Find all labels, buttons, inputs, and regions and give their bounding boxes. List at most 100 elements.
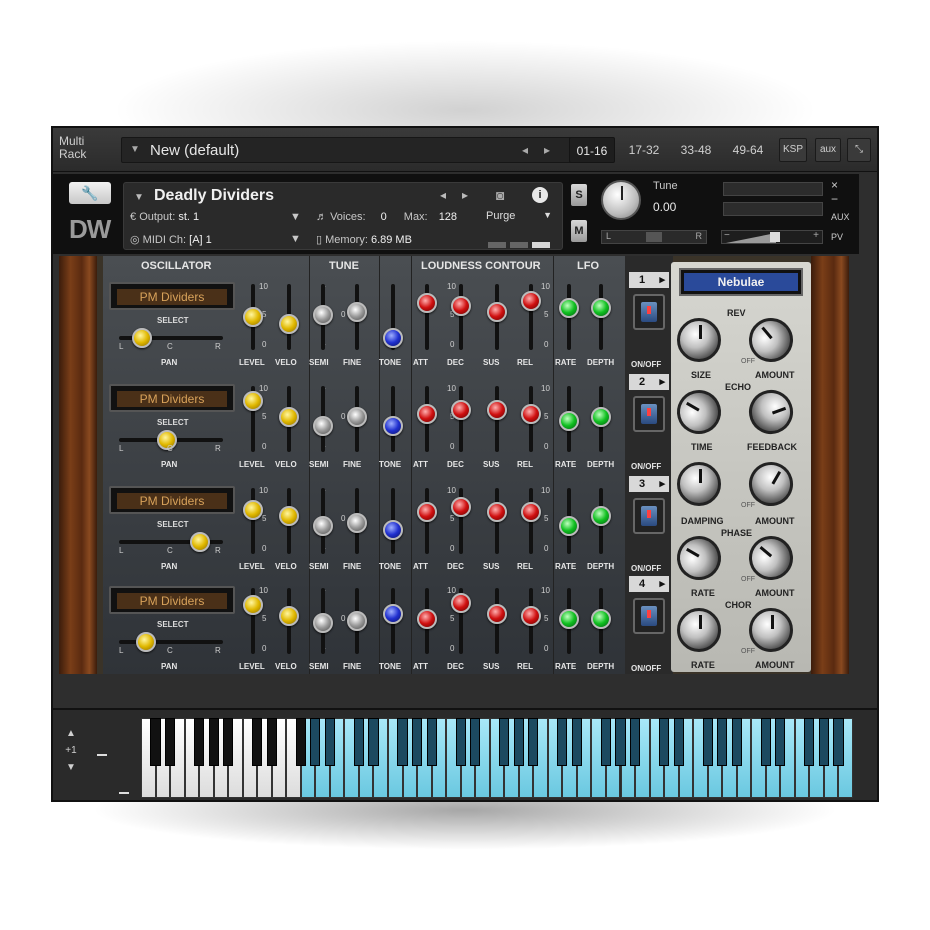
prev-arrow-icon[interactable]: ◂ xyxy=(440,188,446,202)
rel-fader-handle[interactable] xyxy=(521,606,541,627)
black-key[interactable] xyxy=(324,718,335,766)
instrument-pan-slider[interactable]: L R xyxy=(601,230,707,244)
depth-fader-handle[interactable] xyxy=(591,406,611,427)
level-fader-handle[interactable] xyxy=(243,594,263,615)
rate-fader-handle[interactable] xyxy=(559,411,579,432)
black-key[interactable] xyxy=(252,718,263,766)
tab-17-32[interactable]: 17-32 xyxy=(621,137,667,163)
semi-fader-handle[interactable] xyxy=(313,613,333,634)
multi-preset-selector[interactable]: ▼ New (default) ◂ ▸ xyxy=(121,137,611,163)
velo-fader-handle[interactable] xyxy=(279,313,299,334)
black-key[interactable] xyxy=(818,718,829,766)
oscillator-display[interactable]: PM Dividers xyxy=(109,586,235,614)
tone-fader-handle[interactable] xyxy=(383,604,403,625)
tone-fader-handle[interactable] xyxy=(383,415,403,436)
fine-fader-handle[interactable] xyxy=(347,513,367,534)
dec-fader-handle[interactable] xyxy=(451,399,471,420)
black-key[interactable] xyxy=(353,718,365,766)
octave-down-icon[interactable]: ▼ xyxy=(63,762,79,773)
black-key[interactable] xyxy=(804,718,815,766)
black-key[interactable] xyxy=(266,718,277,766)
semi-fader-handle[interactable] xyxy=(313,304,333,325)
close-icon[interactable]: × xyxy=(831,178,838,192)
black-key[interactable] xyxy=(194,718,205,766)
wrench-button[interactable]: 🔧 xyxy=(69,182,111,204)
level-fader-handle[interactable] xyxy=(243,307,263,327)
rel-fader-handle[interactable] xyxy=(521,290,541,311)
sus-fader-handle[interactable] xyxy=(487,604,507,625)
black-key[interactable] xyxy=(513,718,524,766)
black-key[interactable] xyxy=(571,718,582,766)
camera-icon[interactable]: ◙ xyxy=(496,187,516,203)
pitch-wheel-marker[interactable] xyxy=(97,754,107,756)
depth-fader-handle[interactable] xyxy=(591,506,611,527)
black-key[interactable] xyxy=(775,718,786,766)
dec-fader-handle[interactable] xyxy=(451,295,471,316)
velo-fader-handle[interactable] xyxy=(279,606,299,627)
dec-fader-handle[interactable] xyxy=(451,497,471,518)
black-key[interactable] xyxy=(223,718,234,766)
collapse-button[interactable]: ⤡ xyxy=(847,138,871,162)
tune-knob[interactable] xyxy=(601,180,641,220)
black-key[interactable] xyxy=(528,718,539,766)
voice-number-tab-1[interactable]: 1 xyxy=(629,272,669,288)
max-voices-value[interactable]: 128 xyxy=(439,211,457,223)
att-fader-handle[interactable] xyxy=(417,404,437,425)
echo-feedback-knob[interactable] xyxy=(742,383,800,441)
black-key[interactable] xyxy=(499,718,510,766)
black-key[interactable] xyxy=(208,718,219,766)
pv-label[interactable]: PV xyxy=(831,232,843,242)
black-key[interactable] xyxy=(310,718,321,766)
instrument-volume-slider[interactable]: − + xyxy=(721,230,823,244)
dropdown-arrow-icon[interactable]: ▼ xyxy=(290,233,301,245)
sus-fader-handle[interactable] xyxy=(487,302,507,323)
mod-wheel-marker[interactable] xyxy=(119,792,129,794)
tab-33-48[interactable]: 33-48 xyxy=(671,137,721,163)
tone-fader-handle[interactable] xyxy=(383,520,403,541)
fine-fader-handle[interactable] xyxy=(347,611,367,631)
fx-preset-display[interactable]: Nebulae xyxy=(679,268,803,296)
rel-fader-handle[interactable] xyxy=(521,501,541,522)
output-row[interactable]: € Output: st. 1 xyxy=(130,211,199,223)
oscillator-display[interactable]: PM Dividers xyxy=(109,282,235,310)
rel-fader-handle[interactable] xyxy=(521,404,541,425)
sus-fader-handle[interactable] xyxy=(487,399,507,420)
black-key[interactable] xyxy=(164,718,176,766)
tab-01-16[interactable]: 01-16 xyxy=(569,137,615,163)
purge-button[interactable]: Purge ▼ xyxy=(486,210,552,226)
black-key[interactable] xyxy=(600,718,612,766)
black-key[interactable] xyxy=(702,718,713,766)
black-key[interactable] xyxy=(455,718,466,766)
black-key[interactable] xyxy=(426,718,437,766)
pan-handle[interactable] xyxy=(646,232,662,242)
black-key[interactable] xyxy=(717,718,728,766)
minimize-icon[interactable]: − xyxy=(831,192,838,206)
solo-button[interactable]: S xyxy=(571,184,587,206)
voice-number-tab-3[interactable]: 3 xyxy=(629,476,669,492)
aux-label[interactable]: AUX xyxy=(831,212,850,222)
aux-button[interactable]: aux xyxy=(815,138,841,162)
velo-fader-handle[interactable] xyxy=(279,406,299,427)
dropdown-arrow-icon[interactable]: ▼ xyxy=(290,211,301,223)
info-icon[interactable]: i xyxy=(532,187,548,203)
voice-number-tab-2[interactable]: 2 xyxy=(629,374,669,390)
volume-handle[interactable] xyxy=(770,232,780,242)
black-key[interactable] xyxy=(295,718,306,766)
att-fader-handle[interactable] xyxy=(417,608,437,629)
black-key[interactable] xyxy=(629,718,641,766)
oscillator-display[interactable]: PM Dividers xyxy=(109,486,235,514)
voice-number-tab-4[interactable]: 4 xyxy=(629,576,669,592)
dropdown-arrow-icon[interactable]: ▼ xyxy=(130,144,140,155)
instrument-name[interactable]: Deadly Dividers xyxy=(154,187,274,205)
voice-on-off-button[interactable] xyxy=(633,498,665,534)
echo-time-knob[interactable] xyxy=(668,381,730,443)
black-key[interactable] xyxy=(150,718,161,766)
att-fader-handle[interactable] xyxy=(417,293,437,314)
pan-handle[interactable] xyxy=(131,328,152,348)
velo-fader-handle[interactable] xyxy=(279,506,299,527)
oscillator-display[interactable]: PM Dividers xyxy=(109,384,235,412)
dec-fader-handle[interactable] xyxy=(451,592,471,613)
black-key[interactable] xyxy=(833,718,844,766)
depth-fader-handle[interactable] xyxy=(591,297,611,318)
semi-fader-handle[interactable] xyxy=(313,415,333,436)
